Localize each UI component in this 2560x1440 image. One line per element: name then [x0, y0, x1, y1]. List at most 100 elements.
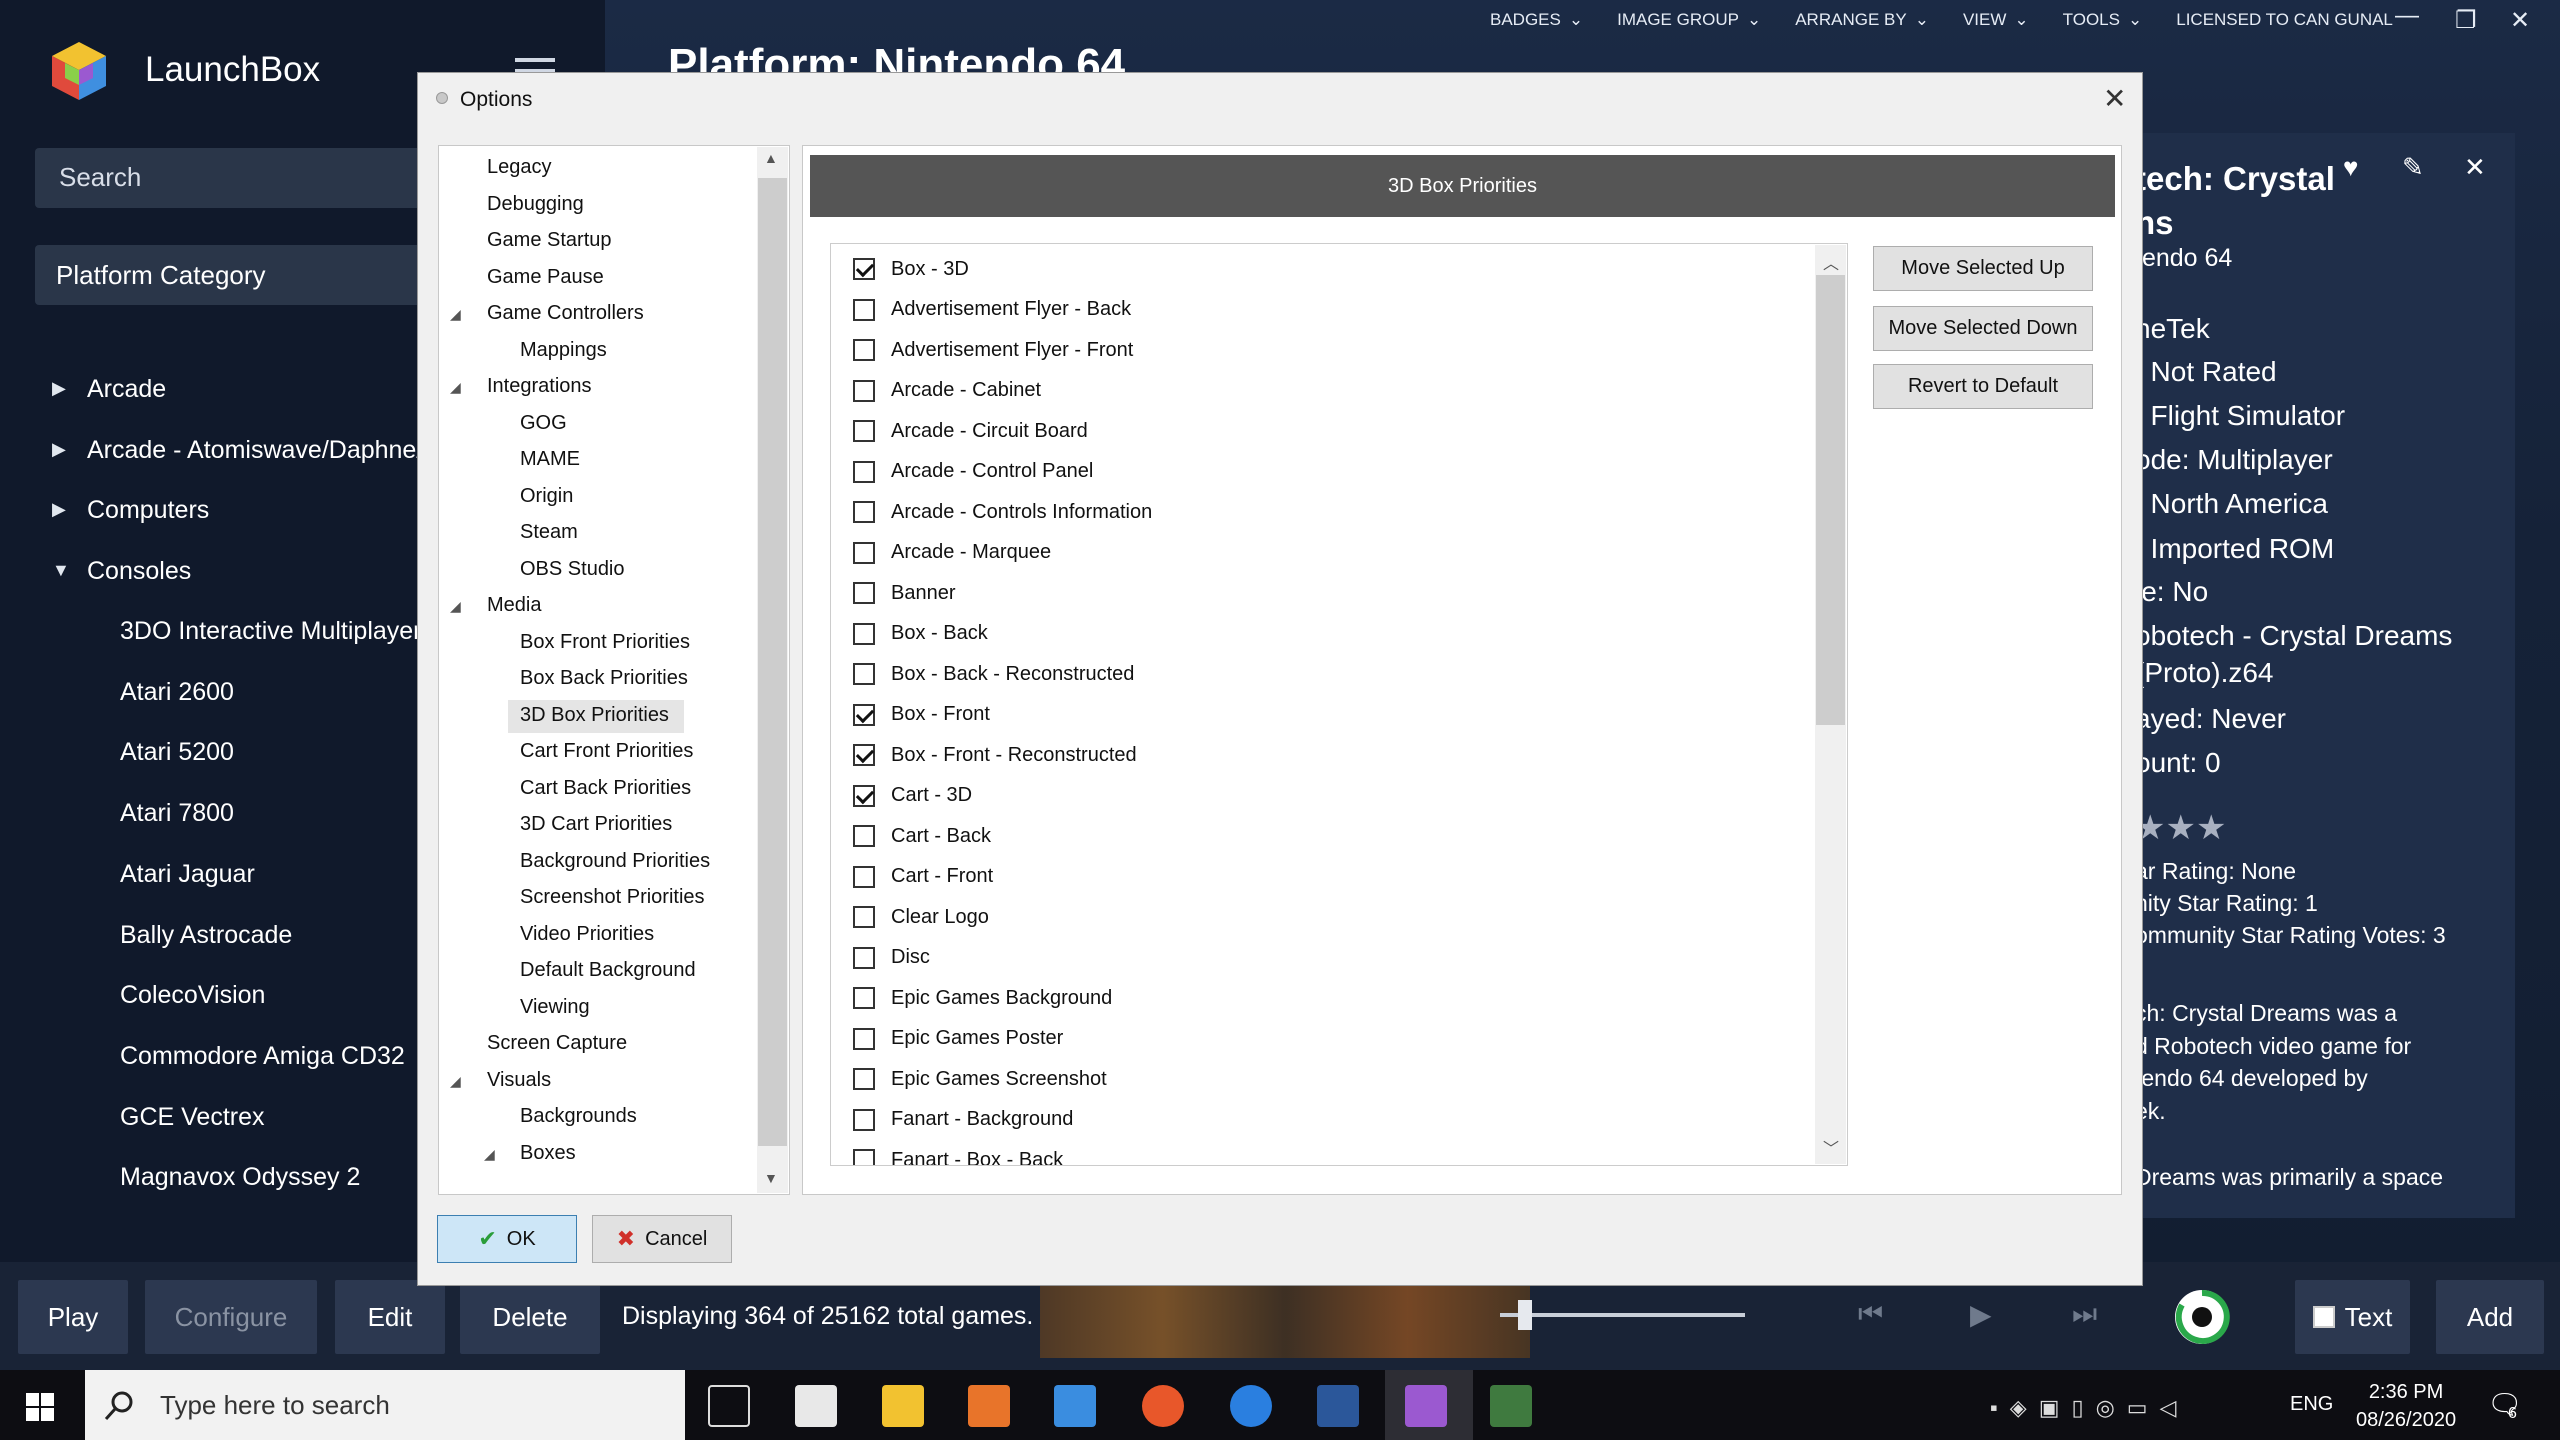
minimize-icon[interactable]: — [2395, 2, 2419, 30]
nav-item[interactable]: Backgrounds [520, 1105, 637, 1128]
sidebar-group[interactable]: Arcade [87, 375, 166, 404]
priority-list-item[interactable]: Box - Front - Reconstructed [853, 740, 1137, 770]
nav-item[interactable]: GOG [520, 412, 567, 435]
item-checkbox[interactable] [853, 784, 875, 807]
top-menu-item[interactable]: IMAGE GROUP [1617, 10, 1739, 30]
star-rating-icons[interactable]: ★★★ [2135, 808, 2226, 848]
nav-item[interactable]: Game Pause [487, 266, 604, 289]
item-checkbox[interactable] [853, 663, 875, 685]
delete-button[interactable]: Delete [460, 1280, 600, 1354]
close-details-icon[interactable]: ✕ [2464, 152, 2486, 183]
top-menu-item[interactable]: BADGES [1490, 10, 1561, 30]
edit-pencil-icon[interactable]: ✎ [2402, 152, 2424, 183]
priority-list-item[interactable]: Clear Logo [853, 902, 989, 932]
priority-list-item[interactable]: Banner [853, 578, 956, 608]
item-checkbox[interactable] [853, 622, 875, 645]
add-button[interactable]: Add [2436, 1280, 2544, 1354]
nav-item[interactable]: Game Controllers [487, 302, 644, 325]
priority-list-item[interactable]: Arcade - Controls Information [853, 497, 1152, 527]
windows-start-icon[interactable] [26, 1393, 54, 1421]
nav-scroll-up-icon[interactable]: ▲ [764, 150, 778, 166]
priority-list-item[interactable]: Cart - Back [853, 821, 991, 851]
priority-list-item[interactable]: Box - Back - Reconstructed [853, 659, 1134, 689]
priority-list-item[interactable]: Disc [853, 943, 930, 973]
sidebar-item-console[interactable]: Bally Astrocade [120, 921, 292, 950]
priority-list-item[interactable]: Fanart - Box - Back [853, 1145, 1063, 1165]
list-scroll-down-icon[interactable]: ﹀ [1823, 1135, 1839, 1159]
nav-item[interactable]: Steam [520, 521, 578, 544]
item-checkbox[interactable] [853, 541, 875, 564]
media-player-icon[interactable] [968, 1385, 1010, 1427]
priority-list-item[interactable]: Arcade - Circuit Board [853, 416, 1088, 446]
nav-item[interactable]: Legacy [487, 156, 552, 179]
play-media-icon[interactable]: ▶ [1970, 1298, 1992, 1331]
item-checkbox[interactable] [853, 1108, 875, 1131]
list-scrollbar-thumb[interactable] [1816, 275, 1845, 725]
priority-list-item[interactable]: Box - Front [853, 700, 990, 730]
previous-icon[interactable]: ⏮ [1858, 1298, 1883, 1331]
bigbox-icon[interactable] [2172, 1287, 2232, 1347]
sidebar-item-console[interactable]: Magnavox Odyssey 2 [120, 1163, 360, 1192]
item-checkbox[interactable] [853, 825, 875, 847]
expand-arrow-icon[interactable]: ◢ [450, 598, 461, 615]
priority-list-item[interactable]: Epic Games Background [853, 983, 1112, 1013]
item-checkbox[interactable] [853, 582, 875, 604]
ok-button[interactable]: ✔ OK [437, 1215, 577, 1263]
nav-item[interactable]: Media [487, 594, 541, 617]
item-checkbox[interactable] [853, 379, 875, 402]
nav-item[interactable]: Screen Capture [487, 1032, 627, 1055]
priority-list-item[interactable]: Epic Games Poster [853, 1024, 1063, 1054]
edit-button[interactable]: Edit [335, 1280, 445, 1354]
priority-list-item[interactable]: Box - Back [853, 619, 988, 649]
move-selected-down-button[interactable]: Move Selected Down [1873, 306, 2093, 351]
item-checkbox[interactable] [853, 1149, 875, 1165]
priority-list-item[interactable]: Advertisement Flyer - Back [853, 295, 1131, 325]
nav-item[interactable]: MAME [520, 448, 580, 471]
sidebar-group[interactable]: Computers [87, 496, 209, 525]
sidebar-item-console[interactable]: Atari 5200 [120, 738, 234, 767]
item-checkbox[interactable] [853, 906, 875, 928]
nav-item[interactable]: Box Back Priorities [520, 667, 688, 690]
item-checkbox[interactable] [853, 865, 875, 888]
task-view-icon[interactable] [708, 1385, 750, 1427]
nav-item[interactable]: Debugging [487, 193, 584, 216]
mail-icon[interactable] [1054, 1385, 1096, 1427]
system-tray-icons[interactable]: ▪◈▣▯◎▭◁ [1990, 1395, 2189, 1421]
nav-item[interactable]: Cart Front Priorities [520, 740, 693, 763]
sidebar-group[interactable]: Consoles [87, 557, 191, 586]
nav-item[interactable]: Screenshot Priorities [520, 886, 705, 909]
edge-icon[interactable] [1230, 1385, 1272, 1427]
next-icon[interactable]: ⏭ [2072, 1298, 2097, 1331]
sidebar-item-console[interactable]: 3DO Interactive Multiplayer [120, 617, 422, 646]
nav-item[interactable]: Box Front Priorities [520, 631, 690, 654]
revert-to-default-button[interactable]: Revert to Default [1873, 364, 2093, 409]
item-checkbox[interactable] [853, 460, 875, 483]
zoom-slider-track[interactable] [1500, 1313, 1745, 1317]
notifications-icon[interactable]: 🗨 [2487, 1388, 2523, 1421]
app-taskbar-icon[interactable] [1490, 1385, 1532, 1427]
text-checkbox-icon[interactable] [2312, 1306, 2335, 1328]
item-checkbox[interactable] [853, 339, 875, 361]
nav-item[interactable]: Background Priorities [520, 850, 710, 873]
caret-right-icon[interactable]: ▶ [52, 439, 66, 460]
cancel-button[interactable]: ✖ Cancel [592, 1215, 732, 1263]
sidebar-item-console[interactable]: Atari 2600 [120, 678, 234, 707]
priority-list-item[interactable]: Cart - 3D [853, 781, 972, 811]
priority-list-item[interactable]: Cart - Front [853, 862, 993, 892]
nav-item[interactable]: Origin [520, 485, 573, 508]
item-checkbox[interactable] [853, 987, 875, 1009]
nav-item[interactable]: Cart Back Priorities [520, 777, 691, 800]
nav-item[interactable]: Game Startup [487, 229, 612, 252]
caret-right-icon[interactable]: ▶ [52, 499, 66, 520]
text-view-toggle[interactable]: Text [2295, 1280, 2410, 1354]
priority-list-item[interactable]: Epic Games Screenshot [853, 1064, 1107, 1094]
top-menu-item[interactable]: TOOLS [2063, 10, 2120, 30]
nav-item[interactable]: 3D Cart Priorities [520, 813, 672, 836]
caret-right-icon[interactable]: ▶ [52, 378, 66, 399]
list-scroll-up-icon[interactable]: ︿ [1823, 250, 1839, 274]
close-window-icon[interactable]: ✕ [2510, 6, 2530, 35]
sidebar-item-console[interactable]: Atari Jaguar [120, 860, 255, 889]
priority-list-item[interactable]: Arcade - Cabinet [853, 376, 1041, 406]
top-menu-item[interactable]: ARRANGE BY [1795, 10, 1906, 30]
top-menu-item[interactable]: VIEW [1963, 10, 2006, 30]
